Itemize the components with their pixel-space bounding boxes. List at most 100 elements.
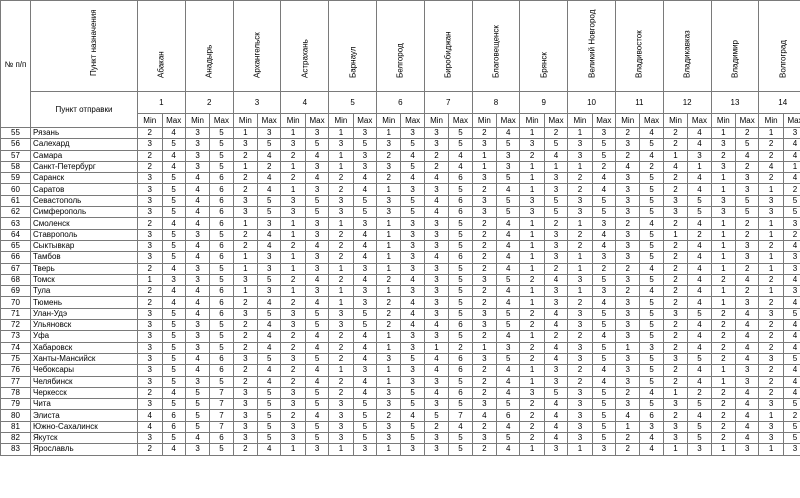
min-value-cell[interactable]: 4 (184, 432, 211, 445)
max-value-cell[interactable]: 5 (448, 228, 473, 241)
max-value-cell[interactable]: 4 (161, 160, 186, 174)
min-value-cell[interactable]: 4 (184, 251, 211, 264)
max-value-cell[interactable]: 5 (209, 273, 234, 287)
min-value-cell[interactable]: 4 (758, 160, 784, 174)
min-value-cell[interactable]: 3 (280, 307, 306, 321)
min-value-cell[interactable]: 2 (567, 375, 593, 388)
max-value-cell[interactable]: 2 (782, 409, 800, 422)
max-value-cell[interactable]: 4 (161, 443, 186, 456)
min-value-cell[interactable]: 1 (375, 443, 402, 456)
row-number[interactable]: 58 (0, 160, 31, 174)
max-value-cell[interactable]: 4 (352, 273, 377, 287)
max-value-cell[interactable]: 5 (448, 398, 473, 411)
min-value-cell[interactable]: 2 (471, 217, 498, 230)
max-value-cell[interactable]: 3 (352, 443, 377, 456)
max-value-cell[interactable]: 3 (352, 149, 377, 162)
max-value-cell[interactable]: 5 (209, 228, 234, 241)
max-value-cell[interactable]: 5 (209, 319, 234, 332)
max-value-cell[interactable]: 4 (735, 330, 760, 343)
min-value-cell[interactable]: 3 (184, 262, 211, 275)
max-value-cell[interactable]: 5 (496, 352, 521, 366)
min-value-cell[interactable]: 3 (567, 341, 593, 354)
min-value-cell[interactable]: 2 (662, 409, 689, 422)
max-value-cell[interactable]: 5 (304, 386, 330, 400)
min-value-cell[interactable]: 3 (471, 352, 498, 366)
max-value-cell[interactable]: 4 (687, 375, 712, 388)
max-value-cell[interactable]: 4 (400, 296, 425, 309)
max-value-cell[interactable]: 3 (400, 330, 425, 343)
min-value-cell[interactable]: 3 (375, 138, 402, 151)
max-value-cell[interactable]: 5 (161, 398, 186, 411)
max-value-cell[interactable]: 4 (543, 149, 569, 162)
min-value-cell[interactable]: 1 (280, 443, 306, 456)
min-value-cell[interactable]: 2 (662, 319, 689, 332)
min-value-cell[interactable]: 1 (519, 285, 545, 298)
max-value-cell[interactable]: 4 (639, 432, 664, 445)
max-value-cell[interactable]: 4 (687, 262, 712, 275)
max-value-cell[interactable]: 3 (161, 273, 186, 287)
min-value-cell[interactable]: 3 (567, 307, 593, 321)
min-value-cell[interactable]: 2 (232, 364, 259, 377)
min-value-cell[interactable]: 1 (375, 364, 402, 377)
max-value-cell[interactable]: 3 (543, 251, 569, 264)
max-value-cell[interactable]: 4 (782, 239, 800, 253)
min-value-cell[interactable]: 1 (662, 443, 689, 456)
min-value-cell[interactable]: 2 (328, 183, 354, 196)
max-value-cell[interactable]: 4 (257, 319, 282, 332)
row-number[interactable]: 82 (0, 432, 31, 445)
max-value-cell[interactable]: 3 (304, 183, 330, 196)
min-value-cell[interactable]: 4 (423, 386, 450, 400)
min-value-cell[interactable]: 1 (710, 285, 737, 298)
min-value-cell[interactable]: 3 (614, 375, 641, 388)
min-value-cell[interactable]: 3 (328, 398, 354, 411)
max-value-cell[interactable]: 4 (543, 409, 569, 422)
max-value-cell[interactable]: 6 (161, 420, 186, 434)
min-value-cell[interactable]: 1 (375, 375, 402, 388)
max-value-cell[interactable]: 5 (352, 307, 377, 321)
max-value-cell[interactable]: 4 (304, 149, 330, 162)
max-value-cell[interactable]: 5 (448, 432, 473, 445)
min-value-cell[interactable]: 4 (184, 194, 211, 208)
min-value-cell[interactable]: 3 (328, 319, 354, 332)
max-value-cell[interactable]: 3 (352, 285, 377, 298)
min-value-cell[interactable]: 2 (519, 149, 545, 162)
max-value-cell[interactable]: 6 (209, 432, 234, 445)
max-value-cell[interactable]: 3 (352, 126, 377, 140)
min-value-cell[interactable]: 3 (184, 330, 211, 343)
min-value-cell[interactable]: 3 (662, 194, 689, 208)
row-number[interactable]: 63 (0, 217, 31, 230)
min-value-cell[interactable]: 1 (280, 160, 306, 174)
max-value-cell[interactable]: 2 (735, 262, 760, 275)
max-value-cell[interactable]: 5 (496, 273, 521, 287)
destination-column-header[interactable]: Биробиджан (423, 0, 473, 92)
max-value-cell[interactable]: 5 (735, 206, 760, 219)
max-value-cell[interactable]: 3 (304, 285, 330, 298)
max-value-cell[interactable]: 3 (400, 126, 425, 140)
min-value-cell[interactable]: 2 (232, 330, 259, 343)
min-value-cell[interactable]: 1 (375, 217, 402, 230)
max-value-cell[interactable]: 4 (400, 273, 425, 287)
max-value-cell[interactable]: 4 (352, 251, 377, 264)
max-value-cell[interactable]: 2 (257, 160, 282, 174)
min-value-cell[interactable]: 3 (137, 432, 163, 445)
min-value-cell[interactable]: 3 (614, 251, 641, 264)
min-value-cell[interactable]: 2 (519, 409, 545, 422)
row-number[interactable]: 74 (0, 341, 31, 354)
row-number[interactable]: 65 (0, 239, 31, 253)
min-value-cell[interactable]: 3 (232, 307, 259, 321)
max-value-cell[interactable]: 3 (591, 443, 616, 456)
max-value-cell[interactable]: 4 (496, 296, 521, 309)
min-value-cell[interactable]: 2 (471, 251, 498, 264)
max-value-cell[interactable]: 5 (591, 307, 616, 321)
max-value-cell[interactable]: 4 (543, 432, 569, 445)
row-number[interactable]: 62 (0, 206, 31, 219)
origin-city[interactable]: Чебоксары (30, 364, 138, 377)
max-value-cell[interactable]: 4 (687, 138, 712, 151)
min-value-cell[interactable]: 2 (375, 409, 402, 422)
max-value-cell[interactable]: 5 (161, 364, 186, 377)
max-value-cell[interactable]: 4 (161, 386, 186, 400)
min-value-cell[interactable]: 2 (328, 172, 354, 185)
min-value-cell[interactable]: 3 (184, 341, 211, 354)
min-value-cell[interactable]: 3 (567, 319, 593, 332)
max-value-cell[interactable]: 5 (639, 206, 664, 219)
